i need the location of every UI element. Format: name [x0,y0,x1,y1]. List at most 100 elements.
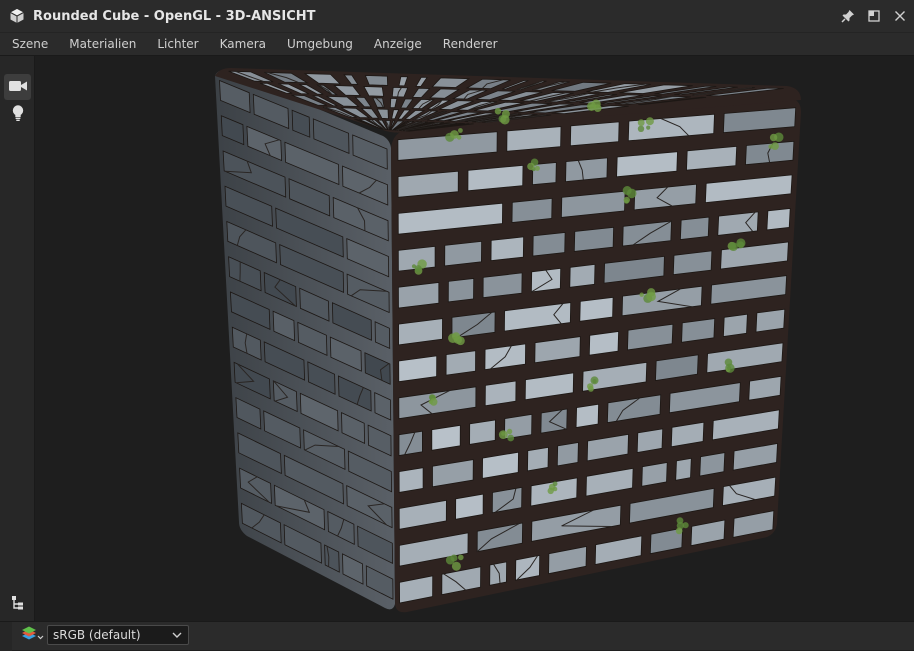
menu-lights[interactable]: Lichter [146,33,208,55]
light-bulb-icon [11,104,25,126]
chevron-down-icon [170,628,184,642]
stone-brick [533,233,565,257]
pin-icon[interactable] [840,8,856,24]
stone-brick [700,453,725,476]
moss-patch [527,163,534,170]
stone-brick [456,494,484,519]
moss-patch [640,293,644,297]
moss-patch [638,126,644,132]
menu-bar: Szene Materialien Lichter Kamera Umgebun… [0,33,914,56]
maximize-icon[interactable] [866,8,882,24]
stone-brick [723,314,747,336]
status-bar: sRGB (default) [0,621,914,650]
moss-patch [624,197,630,203]
stone-brick [570,122,619,146]
stone-brick [580,297,613,321]
moss-patch [592,379,596,383]
stone-brick [533,163,557,185]
moss-patch [507,429,512,434]
menu-display[interactable]: Anzeige [363,33,432,55]
cube-icon [9,8,25,24]
moss-patch [646,126,650,130]
moss-patch [676,528,683,535]
stone-brick [365,76,387,86]
moss-patch [587,102,596,111]
stone-brick [676,458,692,480]
layers-button[interactable] [20,626,46,646]
moss-patch [646,117,654,125]
stone-brick [570,264,595,287]
moss-patch [638,119,645,126]
menu-materials[interactable]: Materialien [58,33,146,55]
stone-brick [589,332,618,356]
stone-brick [490,562,507,586]
stone-brick [576,404,599,427]
moss-patch [683,522,689,528]
moss-patch [502,110,510,118]
stone-brick [505,414,532,438]
stone-brick [516,555,540,580]
stone-brick [574,227,613,251]
stone-brick [673,251,712,275]
stone-brick [432,425,461,450]
stone-brick [541,409,567,433]
moss-patch [553,481,558,486]
moss-patch [548,488,554,494]
moss-patch [452,562,461,571]
moss-patch [499,430,508,439]
moss-patch [451,555,458,562]
moss-patch [454,336,462,344]
menu-camera[interactable]: Kamera [209,33,276,55]
moss-patch [495,108,502,115]
stone-brick [512,198,552,222]
moss-patch [647,288,655,296]
color-space-select[interactable]: sRGB (default) [47,625,189,645]
stone-brick [642,463,667,487]
light-tool-button[interactable] [4,102,31,128]
menu-scene[interactable]: Szene [0,33,58,55]
menu-environment[interactable]: Umgebung [276,33,363,55]
scene-tree-button[interactable] [4,592,31,618]
stone-brick [491,237,524,261]
stone-brick [682,319,715,343]
camera-icon [8,78,28,97]
moss-patch [623,186,632,195]
stone-brick [448,279,473,302]
stone-brick [398,283,438,309]
camera-tool-button[interactable] [4,74,31,100]
moss-patch [458,555,464,561]
menu-renderer[interactable]: Renderer [432,33,508,55]
stone-brick [485,381,516,406]
moss-patch [458,128,463,133]
scene-tree-icon [11,595,25,615]
viewport-toolbar [0,56,35,621]
moss-patch [457,135,462,140]
moss-patch [507,435,514,442]
stone-brick [446,351,476,375]
stone-brick [680,217,709,239]
moss-patch [727,366,731,370]
3d-viewport[interactable] [35,56,914,621]
stone-brick [767,209,790,230]
stone-brick [528,447,549,471]
layers-icon [20,625,44,647]
stone-brick [637,429,663,453]
stone-brick [470,420,496,444]
stone-brick [507,127,561,152]
stone-brick [531,268,560,292]
stone-brick [399,468,423,493]
moss-patch [588,386,594,392]
moss-patch [768,144,773,149]
moss-patch [737,241,744,248]
stone-brick [566,158,608,182]
window-controls [840,8,908,24]
color-space-value: sRGB (default) [53,628,170,642]
moss-patch [535,166,540,171]
moss-patch [415,265,422,272]
close-icon[interactable] [892,8,908,24]
stone-cube-render [35,56,914,621]
moss-patch [729,242,738,251]
moss-patch [677,517,684,524]
stone-brick [557,443,578,466]
stone-brick [445,241,482,266]
